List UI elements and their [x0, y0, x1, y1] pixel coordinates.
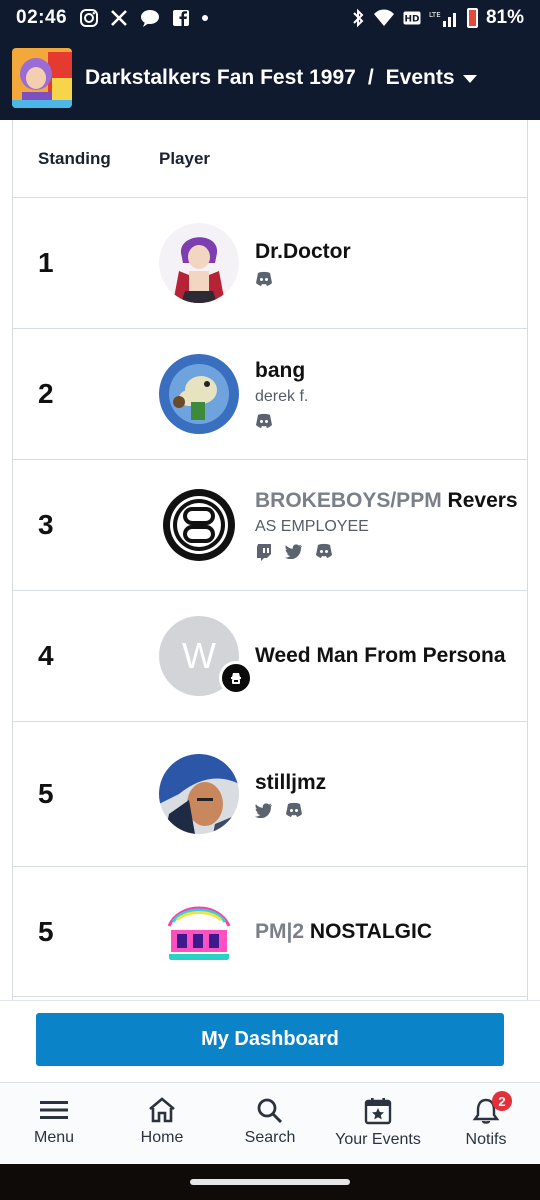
nav-home[interactable]: Home	[108, 1083, 216, 1164]
home-icon	[149, 1097, 175, 1123]
event-title[interactable]: Darkstalkers Fan Fest 1997	[85, 66, 356, 90]
standing-value: 5	[38, 915, 54, 947]
x-icon	[111, 10, 128, 26]
twitter-icon[interactable]	[255, 802, 273, 818]
wifi-icon	[373, 9, 394, 26]
team-prefix: BROKEBOYS/PPM	[255, 489, 442, 512]
nav-your-events[interactable]: Your Events	[324, 1083, 432, 1164]
nav-label: Home	[140, 1129, 184, 1146]
player-name[interactable]: Dr.Doctor	[255, 240, 351, 264]
social-links	[255, 802, 326, 818]
player-name[interactable]: bang	[255, 359, 308, 383]
event-logo[interactable]	[12, 48, 72, 108]
dashboard-bar: My Dashboard	[0, 1000, 540, 1082]
discord-icon[interactable]	[315, 543, 333, 559]
player-name[interactable]: Weed Man From Persona	[255, 644, 506, 668]
nav-menu[interactable]: Menu	[0, 1083, 108, 1164]
player-name[interactable]: BROKEBOYS/PPM Revers	[255, 489, 518, 513]
breadcrumb-separator: /	[367, 66, 374, 89]
standings-table: Standing Player 1 Dr.Doctor 2 bang derek…	[12, 120, 528, 1000]
discord-icon[interactable]	[255, 271, 273, 287]
player-avatar[interactable]	[159, 354, 239, 434]
chevron-down-icon[interactable]	[462, 75, 477, 83]
chat-icon	[141, 10, 160, 27]
table-row[interactable]: 5 stilljmz	[13, 722, 527, 867]
social-links	[255, 413, 308, 429]
social-links	[255, 271, 351, 287]
nav-search[interactable]: Search	[216, 1083, 324, 1164]
event-header: Darkstalkers Fan Fest 1997 / Events	[0, 36, 540, 120]
standing-value: 4	[38, 640, 54, 671]
svg-text:LTE: LTE	[429, 11, 441, 19]
team-prefix: PM|2	[255, 919, 305, 943]
avatar-image	[159, 485, 239, 565]
standing-value: 5	[38, 778, 54, 809]
my-dashboard-button[interactable]: My Dashboard	[36, 1013, 504, 1066]
hd-icon: HD	[403, 11, 421, 25]
notification-count-badge: 2	[492, 1091, 512, 1111]
section-dropdown-label[interactable]: Events	[386, 66, 455, 90]
table-row[interactable]: 5 PM|2 NOSTALGIC	[13, 867, 527, 997]
app-screen: 02:46 HD LTE 81% Darkstalkers Fan Fest 1…	[0, 0, 540, 1200]
table-row[interactable]: 4 W Weed Man From Persona	[13, 591, 527, 722]
player-real-name: AS EMPLOYEE	[255, 518, 369, 535]
player-avatar[interactable]	[159, 485, 239, 565]
calendar-star-icon	[364, 1098, 392, 1125]
player-info: Weed Man From Persona	[255, 644, 506, 668]
table-header: Standing Player	[13, 120, 527, 198]
twitter-icon[interactable]	[285, 543, 303, 559]
discord-icon[interactable]	[285, 802, 303, 818]
player-avatar[interactable]	[159, 891, 239, 972]
standing-value: 1	[38, 247, 54, 278]
player-info: stilljmz	[255, 771, 326, 818]
status-bar: 02:46 HD LTE 81%	[0, 0, 540, 36]
facebook-icon	[173, 10, 190, 26]
dot-icon	[202, 15, 209, 21]
nav-label: Your Events	[335, 1131, 421, 1148]
system-icons: HD LTE 81%	[351, 7, 524, 29]
player-info: bang derek f.	[255, 359, 308, 429]
player-info: BROKEBOYS/PPM Revers AS EMPLOYEE	[255, 489, 518, 561]
player-name[interactable]: PM|2 NOSTALGIC	[255, 920, 432, 944]
battery-percent: 81%	[485, 7, 524, 28]
player-info: Dr.Doctor	[255, 240, 351, 287]
nav-label: Search	[244, 1129, 296, 1146]
table-row[interactable]: 1 Dr.Doctor	[13, 198, 527, 329]
home-indicator[interactable]	[190, 1179, 350, 1185]
player-avatar[interactable]	[159, 223, 239, 303]
player-real-name: derek f.	[255, 388, 309, 405]
event-logo-image	[12, 48, 72, 108]
svg-text:HD: HD	[404, 15, 419, 25]
menu-icon	[40, 1101, 68, 1119]
player-avatar[interactable]	[159, 754, 239, 834]
standing-value: 3	[38, 509, 54, 540]
notification-icons	[79, 8, 209, 28]
avatar-image	[159, 754, 239, 834]
player-info: PM|2 NOSTALGIC	[255, 920, 432, 944]
battery-icon	[466, 8, 478, 28]
table-row[interactable]: 2 bang derek f.	[13, 329, 527, 460]
search-icon	[257, 1098, 283, 1123]
instagram-icon	[80, 9, 99, 27]
status-time: 02:46	[16, 7, 68, 28]
avatar-image	[159, 891, 239, 972]
signal-icon: LTE	[429, 11, 456, 27]
discord-icon[interactable]	[255, 413, 273, 429]
table-row[interactable]: 3 BROKEBOYS/PPM Revers AS EMPLOYEE	[13, 460, 527, 591]
nav-label: Menu	[33, 1129, 75, 1146]
player-name[interactable]: stilljmz	[255, 771, 326, 795]
nav-label: Notifs	[465, 1131, 507, 1148]
verified-badge-icon	[219, 661, 253, 695]
gesture-bar	[0, 1164, 540, 1200]
standing-value: 2	[38, 378, 54, 409]
bluetooth-icon	[353, 8, 364, 28]
bottom-navigation: Menu Home Search Your Events 2 Notifs	[0, 1082, 540, 1164]
column-header-player[interactable]: Player	[159, 149, 210, 169]
column-header-standing[interactable]: Standing	[13, 149, 159, 169]
avatar-image	[159, 223, 239, 303]
avatar-image	[159, 354, 239, 434]
nav-notifs[interactable]: 2 Notifs	[432, 1083, 540, 1164]
twitch-icon[interactable]	[255, 543, 273, 561]
social-links	[255, 543, 518, 561]
